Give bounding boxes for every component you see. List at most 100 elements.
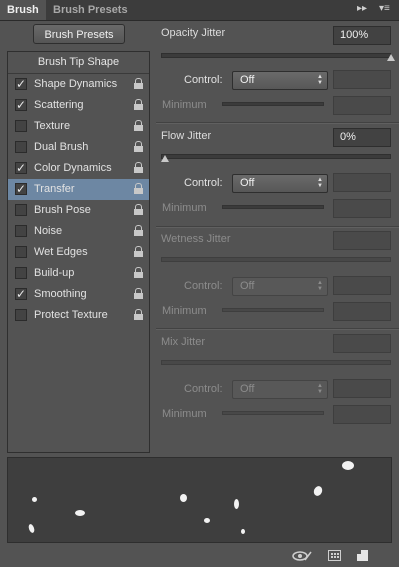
- panel-bottom-bar: [0, 545, 399, 567]
- brush-setting-item[interactable]: ✓ Transfer: [8, 179, 149, 200]
- flow-minimum-box: [333, 199, 391, 218]
- flow-jitter-slider[interactable]: [161, 154, 391, 159]
- mix-control-label: Control:: [184, 383, 223, 395]
- lock-icon[interactable]: [134, 267, 143, 278]
- tab-brush[interactable]: Brush: [0, 0, 46, 20]
- wetness-jitter-value: [333, 231, 391, 250]
- lock-icon[interactable]: [134, 246, 143, 257]
- brush-dab: [241, 529, 245, 534]
- flow-jitter-thumb[interactable]: [161, 155, 169, 162]
- opacity-jitter-thumb[interactable]: [387, 54, 395, 61]
- checkbox[interactable]: [15, 204, 27, 216]
- checkbox[interactable]: ✓: [15, 99, 27, 111]
- lock-icon[interactable]: [134, 204, 143, 215]
- wetness-minimum-label: Minimum: [162, 305, 207, 317]
- select-arrows-icon: ▲ ▼: [317, 383, 323, 395]
- checkbox[interactable]: ✓: [15, 183, 27, 195]
- tab-brush-presets[interactable]: Brush Presets: [46, 0, 135, 20]
- brush-setting-label: Noise: [34, 225, 63, 237]
- mix-jitter-value: [333, 334, 391, 353]
- lock-body: [134, 230, 143, 236]
- opacity-control-select[interactable]: Off ▲ ▼: [232, 71, 328, 90]
- lock-icon[interactable]: [134, 141, 143, 152]
- toggle-live-tip-icon[interactable]: [292, 550, 312, 562]
- opacity-minimum-box: [333, 96, 391, 115]
- brush-setting-item[interactable]: Brush Pose: [8, 200, 149, 221]
- brush-setting-label: Color Dynamics: [34, 162, 112, 174]
- brush-setting-label: Shape Dynamics: [34, 78, 118, 90]
- wetness-jitter-title: Wetness Jitter: [161, 233, 231, 245]
- brush-setting-label: Dual Brush: [34, 141, 89, 153]
- lock-icon[interactable]: [134, 78, 143, 89]
- lock-icon[interactable]: [134, 288, 143, 299]
- wetness-control-select: Off ▲ ▼: [232, 277, 328, 296]
- brush-dab: [32, 497, 37, 502]
- checkbox[interactable]: [15, 309, 27, 321]
- brush-setting-label: Brush Pose: [34, 204, 91, 216]
- brush-setting-item[interactable]: Build-up: [8, 263, 149, 284]
- lock-body: [134, 125, 143, 131]
- flow-control-select[interactable]: Off ▲ ▼: [232, 174, 328, 193]
- tab-bar: Brush Brush Presets ▸▸ ▾≡: [0, 0, 399, 21]
- flow-minimum-label: Minimum: [162, 202, 207, 214]
- brush-presets-button[interactable]: Brush Presets: [33, 24, 125, 44]
- wetness-minimum-box: [333, 302, 391, 321]
- lock-icon[interactable]: [134, 309, 143, 320]
- flow-jitter-value[interactable]: 0%: [333, 128, 391, 147]
- brush-setting-item[interactable]: Wet Edges: [8, 242, 149, 263]
- checkbox[interactable]: ✓: [15, 78, 27, 90]
- brush-setting-item[interactable]: Texture: [8, 116, 149, 137]
- grid-icon[interactable]: [328, 550, 342, 562]
- select-arrows-icon: ▲ ▼: [317, 280, 323, 292]
- mix-minimum-label: Minimum: [162, 408, 207, 420]
- select-arrows-icon: ▲ ▼: [317, 177, 323, 189]
- select-arrows-icon: ▲ ▼: [317, 74, 323, 86]
- new-preset-icon[interactable]: [356, 549, 370, 563]
- mix-control-select: Off ▲ ▼: [232, 380, 328, 399]
- panel-menu-icon[interactable]: ▾≡: [379, 3, 390, 14]
- brush-setting-item[interactable]: ✓ Smoothing: [8, 284, 149, 305]
- checkbox[interactable]: ✓: [15, 288, 27, 300]
- mix-jitter-title: Mix Jitter: [161, 336, 205, 348]
- brush-setting-item[interactable]: Dual Brush: [8, 137, 149, 158]
- lock-body: [134, 146, 143, 152]
- divider: [156, 226, 399, 228]
- flow-control-box: [333, 173, 391, 192]
- opacity-jitter-title: Opacity Jitter: [161, 27, 226, 39]
- wetness-minimum-slider: [222, 308, 324, 312]
- brush-setting-item[interactable]: ✓ Scattering: [8, 95, 149, 116]
- checkbox[interactable]: [15, 120, 27, 132]
- lock-body: [134, 104, 143, 110]
- lock-icon[interactable]: [134, 183, 143, 194]
- wetness-jitter-slider: [161, 257, 391, 262]
- checkbox[interactable]: [15, 267, 27, 279]
- checkbox[interactable]: [15, 225, 27, 237]
- mix-control-box: [333, 379, 391, 398]
- checkbox[interactable]: [15, 246, 27, 258]
- opacity-jitter-value[interactable]: 100%: [333, 26, 391, 45]
- flow-minimum-slider: [222, 205, 324, 209]
- lock-icon[interactable]: [134, 225, 143, 236]
- brush-setting-item[interactable]: Protect Texture: [8, 305, 149, 326]
- lock-icon[interactable]: [134, 99, 143, 110]
- brush-tip-shape-item[interactable]: Brush Tip Shape: [8, 52, 149, 74]
- brush-dab: [204, 518, 210, 523]
- brush-setting-label: Scattering: [34, 99, 84, 111]
- brush-dab: [312, 484, 324, 498]
- flow-control-value: Off: [240, 177, 255, 189]
- checkbox[interactable]: ✓: [15, 162, 27, 174]
- lock-body: [134, 209, 143, 215]
- mix-jitter-slider: [161, 360, 391, 365]
- brush-setting-item[interactable]: Noise: [8, 221, 149, 242]
- brush-setting-item[interactable]: ✓ Color Dynamics: [8, 158, 149, 179]
- checkbox[interactable]: [15, 141, 27, 153]
- collapse-icon[interactable]: ▸▸: [357, 3, 367, 14]
- lock-icon[interactable]: [134, 120, 143, 131]
- mix-control-value: Off: [240, 383, 255, 395]
- lock-icon[interactable]: [134, 162, 143, 173]
- lock-body: [134, 188, 143, 194]
- opacity-jitter-slider[interactable]: [161, 53, 391, 58]
- brush-setting-label: Build-up: [34, 267, 75, 279]
- brush-setting-item[interactable]: ✓ Shape Dynamics: [8, 74, 149, 95]
- opacity-minimum-label: Minimum: [162, 99, 207, 111]
